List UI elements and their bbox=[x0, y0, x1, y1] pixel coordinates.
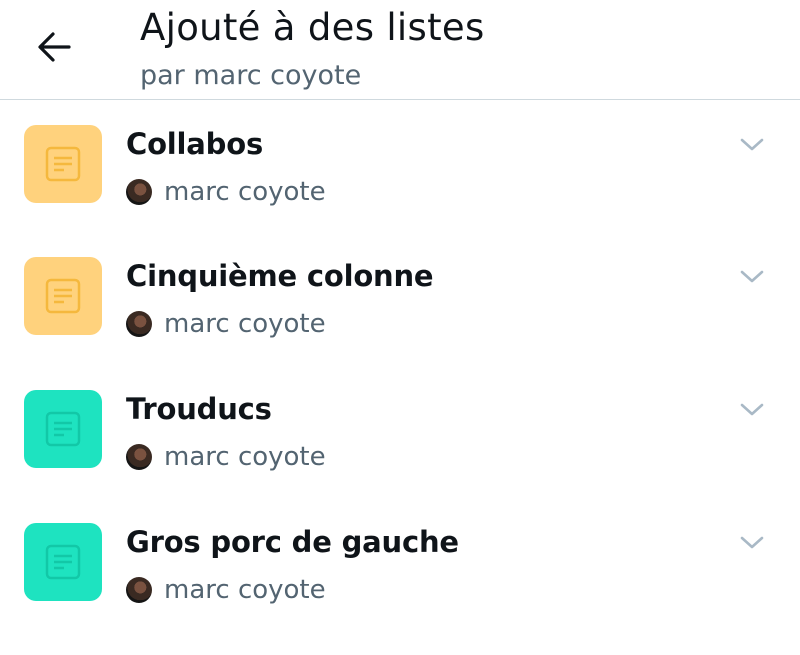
list-name: Trouducs bbox=[126, 392, 272, 426]
expand-button[interactable] bbox=[738, 531, 766, 553]
header: Ajouté à des listes par marc coyote bbox=[0, 0, 800, 100]
list-item-gros-porc-de-gauche[interactable]: Gros porc de gauche marc coyote bbox=[0, 523, 800, 655]
list-tile bbox=[24, 257, 102, 335]
owner-name: marc coyote bbox=[164, 309, 326, 339]
avatar bbox=[126, 444, 152, 470]
arrow-left-icon bbox=[38, 32, 71, 62]
expand-button[interactable] bbox=[738, 398, 766, 420]
list-owner: marc coyote bbox=[126, 177, 326, 207]
list-tile bbox=[24, 125, 102, 203]
page-subtitle: par marc coyote bbox=[140, 60, 362, 91]
list-owner: marc coyote bbox=[126, 309, 326, 339]
page-title: Ajouté à des listes bbox=[140, 6, 485, 49]
list-tile bbox=[24, 390, 102, 468]
expand-button[interactable] bbox=[738, 265, 766, 287]
list-name: Gros porc de gauche bbox=[126, 525, 459, 559]
chevron-down-icon bbox=[740, 270, 764, 283]
list-owner: marc coyote bbox=[126, 575, 326, 605]
owner-name: marc coyote bbox=[164, 575, 326, 605]
owner-name: marc coyote bbox=[164, 442, 326, 472]
list-name: Collabos bbox=[126, 127, 263, 161]
list-document-icon bbox=[45, 411, 81, 447]
avatar bbox=[126, 577, 152, 603]
owner-name: marc coyote bbox=[164, 177, 326, 207]
list-document-icon bbox=[45, 278, 81, 314]
list-item-collabos[interactable]: Collabos marc coyote bbox=[0, 125, 800, 257]
avatar bbox=[126, 179, 152, 205]
chevron-down-icon bbox=[740, 403, 764, 416]
list-owner: marc coyote bbox=[126, 442, 326, 472]
back-button[interactable] bbox=[33, 29, 73, 65]
list-item-trouducs[interactable]: Trouducs marc coyote bbox=[0, 390, 800, 522]
list-name: Cinquième colonne bbox=[126, 259, 434, 293]
list-document-icon bbox=[45, 544, 81, 580]
expand-button[interactable] bbox=[738, 133, 766, 155]
list-item-cinquieme-colonne[interactable]: Cinquième colonne marc coyote bbox=[0, 257, 800, 389]
chevron-down-icon bbox=[740, 536, 764, 549]
list-tile bbox=[24, 523, 102, 601]
chevron-down-icon bbox=[740, 138, 764, 151]
list-document-icon bbox=[45, 146, 81, 182]
avatar bbox=[126, 311, 152, 337]
